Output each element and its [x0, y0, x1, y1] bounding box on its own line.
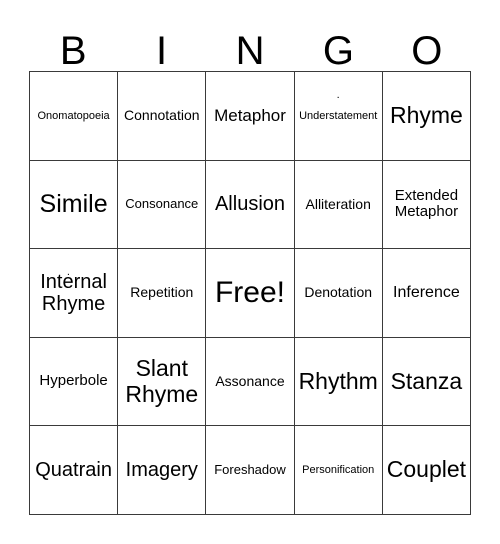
- bingo-cell[interactable]: . Internal Rhyme: [30, 249, 119, 338]
- bingo-cell-label: Internal Rhyme: [40, 270, 107, 315]
- bingo-cell[interactable]: Assonance: [206, 337, 295, 427]
- bingo-cell[interactable]: Inference: [382, 249, 471, 338]
- bingo-cell[interactable]: Allusion: [206, 160, 295, 250]
- bingo-cell[interactable]: Rhyme: [382, 72, 471, 161]
- bingo-cell[interactable]: Slant Rhyme: [118, 337, 207, 427]
- bingo-cell-label: Inference: [393, 284, 460, 302]
- bingo-card: B I N G O Onomatopoeia Connotation Metaphor. Un…: [0, 0, 500, 544]
- bingo-cell[interactable]: Connotation: [118, 72, 207, 161]
- bingo-cell[interactable]: Onomatopoeia: [30, 72, 119, 161]
- bingo-cell[interactable]: Metaphor: [206, 72, 295, 161]
- bingo-cell-label: Simile: [39, 190, 108, 219]
- stray-period-artifact: .: [336, 89, 340, 101]
- bingo-header-letter-o: O: [411, 29, 443, 73]
- bingo-cell[interactable]: Stanza: [382, 337, 471, 427]
- bingo-cell-label: Connotation: [124, 106, 200, 123]
- bingo-cell[interactable]: Extended Metaphor: [382, 160, 471, 250]
- bingo-cell[interactable]: Simile: [30, 160, 119, 250]
- bingo-cell[interactable]: Consonance: [118, 160, 207, 250]
- bingo-cell-label: Foreshadow: [214, 461, 286, 477]
- bingo-cell-label: Extended Metaphor: [394, 186, 459, 221]
- bingo-cell[interactable]: Alliteration: [294, 160, 383, 250]
- bingo-cell[interactable]: Hyperbole: [30, 337, 119, 427]
- bingo-cell-label: Metaphor: [214, 106, 286, 126]
- bingo-header-letter-b: B: [59, 29, 87, 73]
- bingo-cell-label: Assonance: [215, 372, 285, 389]
- bingo-cell-label: Hyperbole: [39, 372, 108, 390]
- bingo-cell[interactable]: . Understatement: [294, 72, 383, 161]
- bingo-cell-label: Personification: [302, 464, 375, 477]
- bingo-cell[interactable]: Denotation: [294, 249, 383, 338]
- bingo-cell[interactable]: Repetition: [118, 249, 207, 338]
- bingo-cell-label: Slant Rhyme: [125, 354, 199, 407]
- bingo-header-row: BINGO: [29, 18, 471, 71]
- bingo-cell[interactable]: Personification: [294, 426, 383, 515]
- bingo-header-letter-g: G: [322, 29, 354, 73]
- bingo-header-letter-n: N: [235, 29, 265, 73]
- bingo-cell-label: Rhythm: [298, 367, 378, 394]
- bingo-cell[interactable]: Rhythm: [294, 337, 383, 427]
- bingo-cell-label: Allusion: [214, 193, 286, 216]
- bingo-cell-label: Onomatopoeia: [37, 109, 110, 122]
- bingo-cell-label: Denotation: [304, 284, 373, 301]
- bingo-header-letter-i: I: [156, 29, 168, 73]
- bingo-free-space-cell[interactable]: Free!: [206, 249, 295, 338]
- bingo-grid: Onomatopoeia Connotation Metaphor. Understa…: [29, 71, 471, 515]
- bingo-cell[interactable]: Foreshadow: [206, 426, 295, 515]
- bingo-cell[interactable]: Couplet: [382, 426, 471, 515]
- bingo-cell-label: Quatrain: [35, 458, 112, 481]
- bingo-cell-label: Imagery: [125, 458, 198, 481]
- bingo-cell-label: Stanza: [390, 367, 463, 394]
- bingo-cell-label: Alliteration: [305, 195, 371, 212]
- bingo-cell-label: Consonance: [125, 196, 199, 212]
- bingo-cell-label: Rhyme: [389, 101, 463, 128]
- bingo-cell-label: Understatement: [299, 109, 378, 122]
- bingo-cell[interactable]: Imagery: [118, 426, 207, 515]
- bingo-cell-label: Couplet: [386, 456, 467, 483]
- bingo-cell-label: Free!: [214, 276, 285, 310]
- bingo-cell[interactable]: Quatrain: [30, 426, 119, 515]
- bingo-cell-label: Repetition: [130, 284, 194, 301]
